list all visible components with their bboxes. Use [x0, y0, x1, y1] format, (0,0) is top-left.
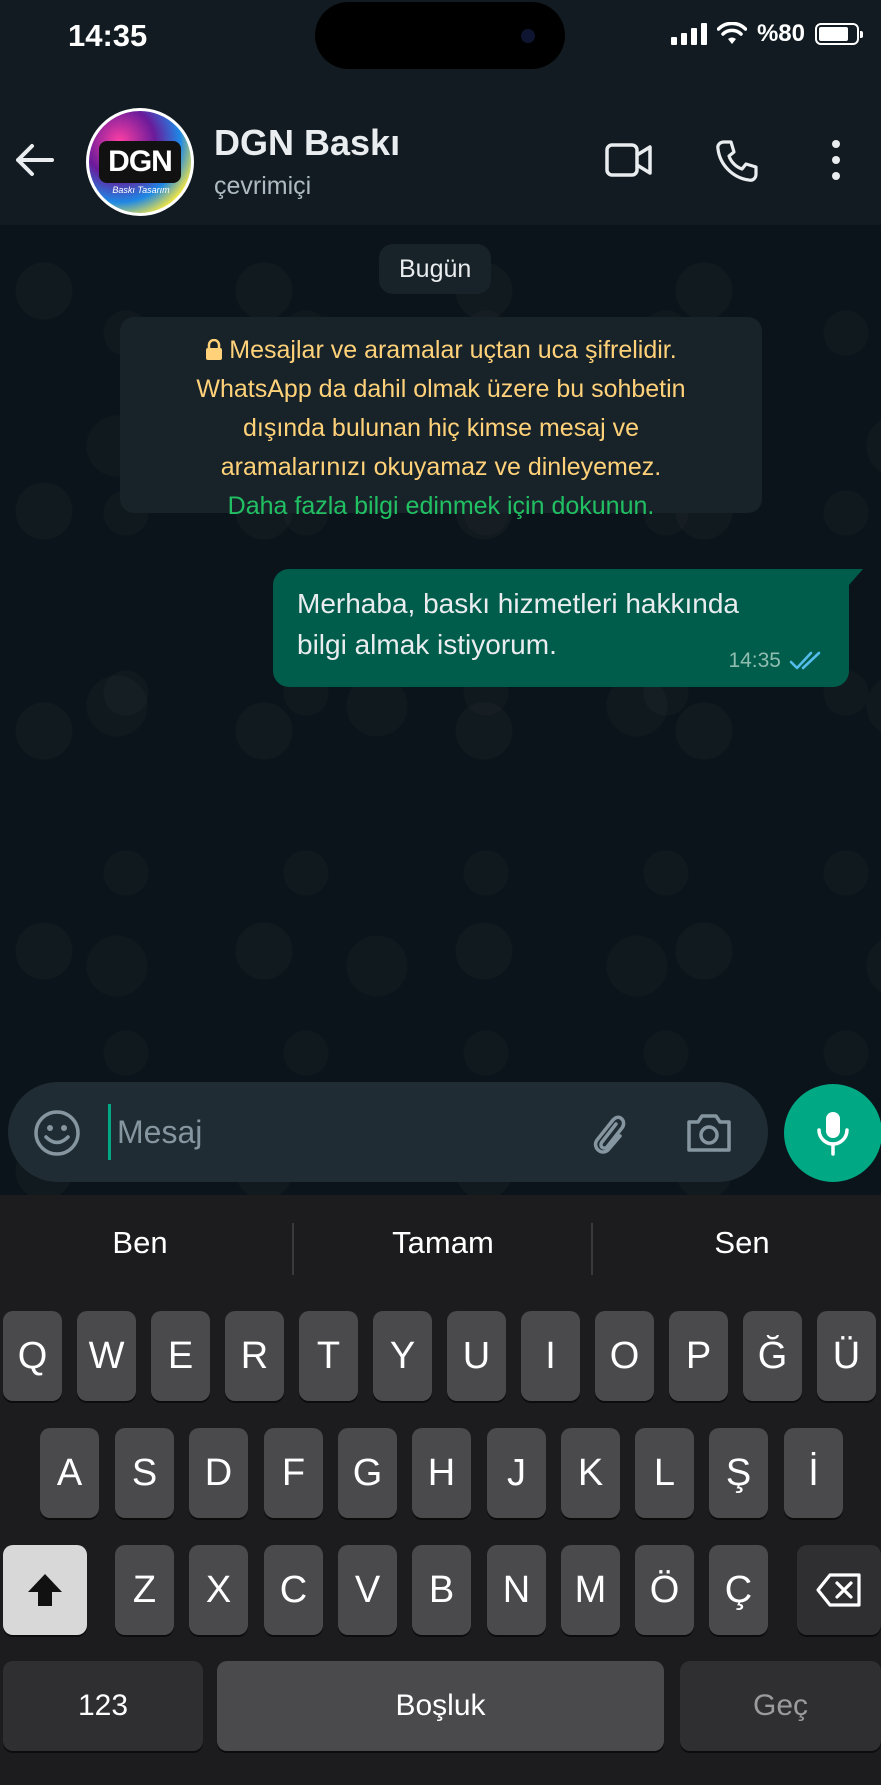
encryption-notice-line-2: WhatsApp da dahil olmak üzere bu sohbeti…: [196, 375, 686, 403]
key-u[interactable]: U: [447, 1311, 506, 1401]
key-u-umlaut[interactable]: Ü: [817, 1311, 876, 1401]
key-g-breve[interactable]: Ğ: [743, 1311, 802, 1401]
message-time: 14:35: [728, 649, 781, 672]
key-f[interactable]: F: [264, 1428, 323, 1518]
message-text: Merhaba, baskı hizmetleri hakkında bilgi…: [297, 588, 739, 660]
encryption-notice-line-1: Mesajlar ve aramalar uçtan uca şifrelidi…: [120, 331, 762, 370]
outgoing-message[interactable]: Merhaba, baskı hizmetleri hakkında bilgi…: [273, 569, 863, 687]
space-key[interactable]: Boşluk: [217, 1661, 664, 1751]
suggestion-divider: [292, 1223, 294, 1275]
key-v[interactable]: V: [338, 1545, 397, 1635]
chat-area[interactable]: Bugün Mesajlar ve aramalar uçtan uca şif…: [0, 225, 881, 1195]
mic-icon: [817, 1112, 849, 1156]
key-r[interactable]: R: [225, 1311, 284, 1401]
encryption-text: Mesajlar ve aramalar uçtan uca şifrelidi…: [229, 336, 677, 364]
battery-percentage: %80: [756, 20, 805, 47]
avatar[interactable]: DGN Baskı Tasarım: [86, 108, 194, 216]
front-camera-icon: [521, 29, 535, 43]
key-c[interactable]: C: [264, 1545, 323, 1635]
key-s-cedilla[interactable]: Ş: [709, 1428, 768, 1518]
message-meta: 14:35: [728, 649, 827, 673]
battery-level: [819, 27, 848, 41]
key-l[interactable]: L: [635, 1428, 694, 1518]
suggestion-2[interactable]: Tamam: [303, 1225, 583, 1261]
key-y[interactable]: Y: [373, 1311, 432, 1401]
message-input[interactable]: [108, 1104, 568, 1160]
encryption-notice-line-4: aramalarınızı okuyamaz ve dinleyemez.: [220, 453, 662, 481]
voice-call-icon[interactable]: [714, 138, 760, 184]
wifi-icon: [716, 22, 747, 44]
more-vert-icon[interactable]: [826, 138, 846, 182]
suggestion-divider: [591, 1223, 593, 1275]
battery-icon: [815, 23, 863, 45]
key-m[interactable]: M: [561, 1545, 620, 1635]
key-c-cedilla[interactable]: Ç: [709, 1545, 768, 1635]
encryption-notice-line-3: dışında bulunan hiç kimse mesaj ve: [242, 414, 640, 442]
date-chip: Bugün: [379, 244, 492, 294]
suggestion-bar: Ben Tamam Sen: [0, 1195, 881, 1305]
emoji-icon[interactable]: [32, 1108, 82, 1158]
mic-button[interactable]: [784, 1084, 881, 1182]
key-t[interactable]: T: [299, 1311, 358, 1401]
key-q[interactable]: Q: [3, 1311, 62, 1401]
bubble-tail: [849, 569, 863, 585]
key-j[interactable]: J: [487, 1428, 546, 1518]
camera-notch: [315, 2, 565, 69]
key-d[interactable]: D: [189, 1428, 248, 1518]
key-i[interactable]: I: [521, 1311, 580, 1401]
keyboard: Ben Tamam Sen Q W E R T Y U I O P Ğ Ü A …: [0, 1195, 881, 1785]
backspace-icon: [816, 1573, 861, 1607]
video-call-icon[interactable]: [604, 138, 654, 182]
key-z[interactable]: Z: [115, 1545, 174, 1635]
key-a[interactable]: A: [40, 1428, 99, 1518]
attach-icon[interactable]: [586, 1108, 630, 1158]
contact-name[interactable]: DGN Baskı: [214, 122, 400, 164]
backspace-key[interactable]: [797, 1545, 881, 1635]
status-time: 14:35: [68, 18, 148, 53]
shift-icon: [28, 1574, 62, 1606]
key-w[interactable]: W: [77, 1311, 136, 1401]
numbers-key[interactable]: 123: [3, 1661, 203, 1751]
key-o-umlaut[interactable]: Ö: [635, 1545, 694, 1635]
key-i-dotted[interactable]: İ: [784, 1428, 843, 1518]
back-arrow-icon[interactable]: [12, 138, 56, 182]
learn-more-link[interactable]: Daha fazla bilgi edinmek için dokunun.: [120, 487, 762, 526]
suggestion-1[interactable]: Ben: [0, 1225, 280, 1261]
key-n[interactable]: N: [487, 1545, 546, 1635]
key-x[interactable]: X: [189, 1545, 248, 1635]
key-g[interactable]: G: [338, 1428, 397, 1518]
avatar-logo: DGN: [99, 141, 181, 183]
encryption-notice[interactable]: Mesajlar ve aramalar uçtan uca şifrelidi…: [120, 317, 762, 520]
key-h[interactable]: H: [412, 1428, 471, 1518]
key-p[interactable]: P: [669, 1311, 728, 1401]
avatar-subtext: Baskı Tasarım: [112, 185, 170, 195]
key-s[interactable]: S: [115, 1428, 174, 1518]
return-key[interactable]: Geç: [680, 1661, 881, 1751]
message-composer: [8, 1082, 768, 1182]
double-check-icon: [789, 651, 821, 670]
key-o[interactable]: O: [595, 1311, 654, 1401]
key-k[interactable]: K: [561, 1428, 620, 1518]
key-e[interactable]: E: [151, 1311, 210, 1401]
status-indicators: %80: [670, 20, 863, 48]
status-bar: 14:35 %80: [0, 0, 881, 80]
cellular-signal-icon: [670, 23, 707, 45]
contact-status: çevrimiçi: [214, 172, 312, 200]
suggestion-3[interactable]: Sen: [602, 1225, 881, 1261]
lock-icon: [206, 339, 223, 360]
shift-key[interactable]: [3, 1545, 87, 1635]
camera-icon[interactable]: [684, 1110, 734, 1154]
chat-header: DGN Baskı Tasarım DGN Baskı çevrimiçi: [0, 80, 881, 225]
key-b[interactable]: B: [412, 1545, 471, 1635]
